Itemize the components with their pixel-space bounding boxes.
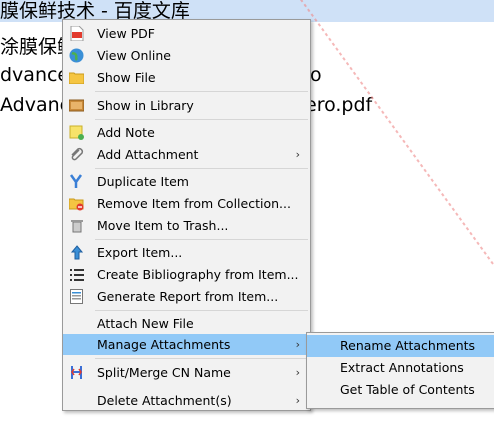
menu-item-create-bibliography[interactable]: Create Bibliography from Item... <box>63 264 310 285</box>
menu-item-label: Show in Library <box>97 98 194 113</box>
menu-separator <box>95 168 308 169</box>
menu-item-label: Remove Item from Collection... <box>97 196 291 211</box>
submenu-item-extract-annotations[interactable]: Extract Annotations <box>307 357 494 379</box>
submenu-item-label: Extract Annotations <box>340 360 464 375</box>
menu-item-label: Attach New File <box>97 316 194 331</box>
manage-attachments-submenu: Rename Attachments Extract Annotations G… <box>306 332 494 409</box>
menu-item-show-in-library[interactable]: Show in Library <box>63 95 310 116</box>
trash-icon <box>69 218 84 233</box>
menu-item-remove-from-collection[interactable]: Remove Item from Collection... <box>63 193 310 214</box>
menu-item-attach-new-file[interactable]: Attach New File <box>63 313 310 334</box>
export-icon <box>69 245 84 260</box>
bibliography-icon <box>69 267 84 282</box>
menu-item-add-attachment[interactable]: Add Attachment › <box>63 144 310 165</box>
list-row-title-tail: o <box>310 64 322 86</box>
menu-item-manage-attachments[interactable]: Manage Attachments › <box>63 334 310 355</box>
submenu-item-rename-attachments[interactable]: Rename Attachments <box>307 335 494 357</box>
menu-item-export-item[interactable]: Export Item... <box>63 242 310 263</box>
menu-item-label: View Online <box>97 48 171 63</box>
chevron-right-icon: › <box>295 366 300 379</box>
menu-item-label: Split/Merge CN Name <box>97 365 231 380</box>
chevron-right-icon: › <box>295 338 300 351</box>
menu-separator <box>95 119 308 120</box>
list-row-title-tail: ero.pdf <box>305 94 373 116</box>
note-icon <box>69 125 84 140</box>
folder-remove-icon <box>69 196 84 211</box>
submenu-item-get-table-of-contents[interactable]: Get Table of Contents <box>307 379 494 401</box>
menu-item-label: Generate Report from Item... <box>97 289 279 304</box>
menu-item-delete-attachments[interactable]: Delete Attachment(s) › <box>63 390 310 411</box>
submenu-item-label: Get Table of Contents <box>340 382 475 397</box>
menu-item-label: Export Item... <box>97 245 183 260</box>
menu-item-view-pdf[interactable]: View PDF <box>63 23 310 44</box>
context-menu: View PDF View Online Show File Show in L… <box>62 19 311 411</box>
library-icon <box>69 98 84 113</box>
report-icon <box>69 289 84 304</box>
menu-item-label: Create Bibliography from Item... <box>97 267 299 282</box>
menu-item-view-online[interactable]: View Online <box>63 45 310 66</box>
menu-separator <box>95 358 308 359</box>
menu-item-show-file[interactable]: Show File <box>63 67 310 88</box>
menu-item-label: Add Note <box>97 125 155 140</box>
menu-item-label: Manage Attachments <box>97 337 231 352</box>
menu-item-label: View PDF <box>97 26 155 41</box>
paperclip-icon <box>69 147 84 162</box>
menu-item-label: Add Attachment <box>97 147 199 162</box>
pdf-icon <box>69 26 84 41</box>
submenu-item-label: Rename Attachments <box>340 338 476 353</box>
chevron-right-icon: › <box>295 148 300 161</box>
menu-item-split-merge-cn-name[interactable]: Split/Merge CN Name › <box>63 362 310 383</box>
menu-item-move-to-trash[interactable]: Move Item to Trash... <box>63 215 310 236</box>
menu-item-label: Show File <box>97 70 156 85</box>
menu-separator <box>95 310 308 311</box>
menu-item-add-note[interactable]: Add Note <box>63 122 310 143</box>
menu-separator <box>95 91 308 92</box>
menu-item-generate-report[interactable]: Generate Report from Item... <box>63 286 310 307</box>
split-merge-icon <box>69 365 84 380</box>
duplicate-icon <box>69 174 84 189</box>
globe-icon <box>69 48 84 63</box>
menu-item-label: Duplicate Item <box>97 174 189 189</box>
folder-icon <box>69 70 84 85</box>
menu-item-label: Delete Attachment(s) <box>97 393 232 408</box>
menu-item-duplicate-item[interactable]: Duplicate Item <box>63 171 310 192</box>
menu-separator <box>95 239 308 240</box>
menu-item-label: Move Item to Trash... <box>97 218 229 233</box>
chevron-right-icon: › <box>295 394 300 407</box>
